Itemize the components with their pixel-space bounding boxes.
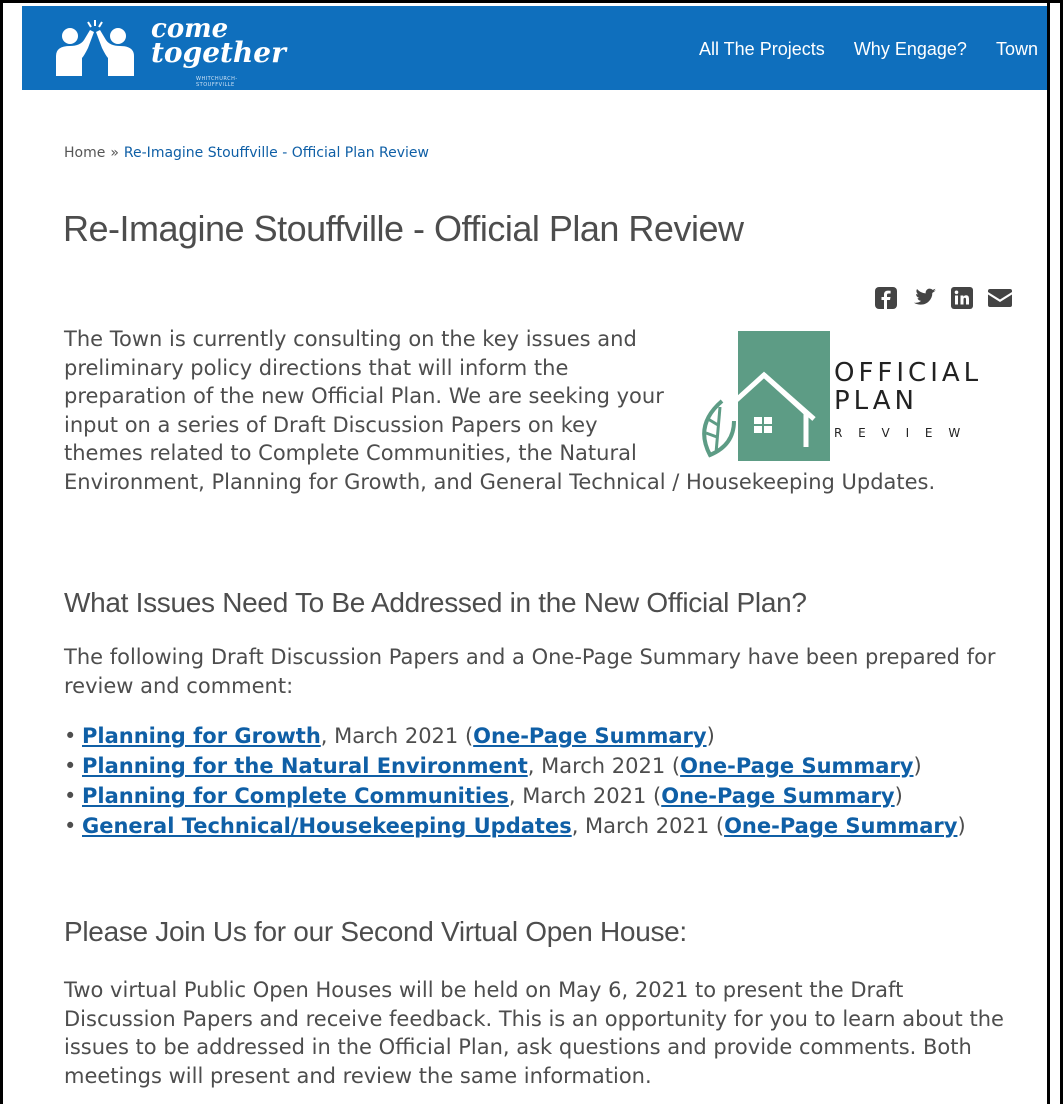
email-icon[interactable] [987,285,1013,311]
logo-line-2: together [151,36,286,69]
official-plan-review-logo: OFFICIAL PLAN R E V I E W [694,325,994,465]
logo-subtitle: WHITCHURCH-STOUFFVILLE [196,76,238,88]
logo-word-review: R E V I E W [834,426,967,440]
paper-close: ) [957,814,966,838]
site-logo[interactable]: come together WHITCHURCH-STOUFFVILLE [48,14,286,88]
summary-link[interactable]: One-Page Summary [661,784,894,808]
nav-all-projects[interactable]: All The Projects [699,39,825,59]
facebook-icon[interactable] [873,285,899,311]
people-high-five-icon [56,20,134,76]
logo-word-plan: PLAN [834,386,918,416]
main-nav: All The Projects Why Engage? Town [699,39,1050,60]
site-header: come together WHITCHURCH-STOUFFVILLE All… [22,6,1050,90]
section-issues-text: The following Draft Discussion Papers an… [64,645,996,698]
summary-link[interactable]: One-Page Summary [680,754,913,778]
summary-link[interactable]: One-Page Summary [724,814,957,838]
linkedin-icon[interactable] [949,285,975,311]
breadcrumb: Home » Re-Imagine Stouffville - Official P… [64,145,429,161]
twitter-icon[interactable] [911,285,937,311]
paper-date: , March 2021 ( [571,814,725,838]
paper-close: ) [706,724,715,748]
summary-link[interactable]: One-Page Summary [473,724,706,748]
list-item: • Planning for Complete Communities, Marc… [64,784,903,808]
paper-link[interactable]: Planning for the Natural Environment [82,754,528,778]
list-item: • Planning for the Natural Environment, M… [64,754,922,778]
paper-close: ) [894,784,903,808]
paper-date: , March 2021 ( [320,724,474,748]
section-open-house-text: Two virtual Public Open Houses will be h… [64,978,1004,1088]
breadcrumb-home[interactable]: Home [64,145,105,161]
share-bar [873,285,1025,311]
nav-why-engage[interactable]: Why Engage? [854,39,967,59]
breadcrumb-separator: » [110,145,119,161]
frame-margin [1050,3,1060,1104]
paper-date: , March 2021 ( [508,784,662,808]
logo-wordmark: come together [151,16,286,69]
discussion-papers-list: • Planning for Growth, March 2021 (One-Pa… [64,721,966,841]
breadcrumb-current[interactable]: Re-Imagine Stouffville - Official Plan R… [124,145,429,161]
intro-section: OFFICIAL PLAN R E V I E W The Town is cu… [64,325,994,496]
paper-close: ) [913,754,922,778]
page-title: Re-Imagine Stouffville - Official Plan R… [63,208,744,249]
section-heading-open-house: Please Join Us for our Second Virtual Op… [64,916,687,947]
page-frame: come together WHITCHURCH-STOUFFVILLE All… [0,0,1063,1104]
paper-date: , March 2021 ( [527,754,681,778]
list-item: • General Technical/Housekeeping Updates,… [64,814,966,838]
list-item: • Planning for Growth, March 2021 (One-Pa… [64,724,715,748]
paper-link[interactable]: General Technical/Housekeeping Updates [82,814,572,838]
section-heading-issues: What Issues Need To Be Addressed in the … [64,587,807,618]
paper-link[interactable]: Planning for Complete Communities [82,784,509,808]
paper-link[interactable]: Planning for Growth [82,724,321,748]
logo-word-official: OFFICIAL [834,358,983,388]
nav-town[interactable]: Town [996,39,1038,59]
house-leaf-icon [702,331,830,461]
